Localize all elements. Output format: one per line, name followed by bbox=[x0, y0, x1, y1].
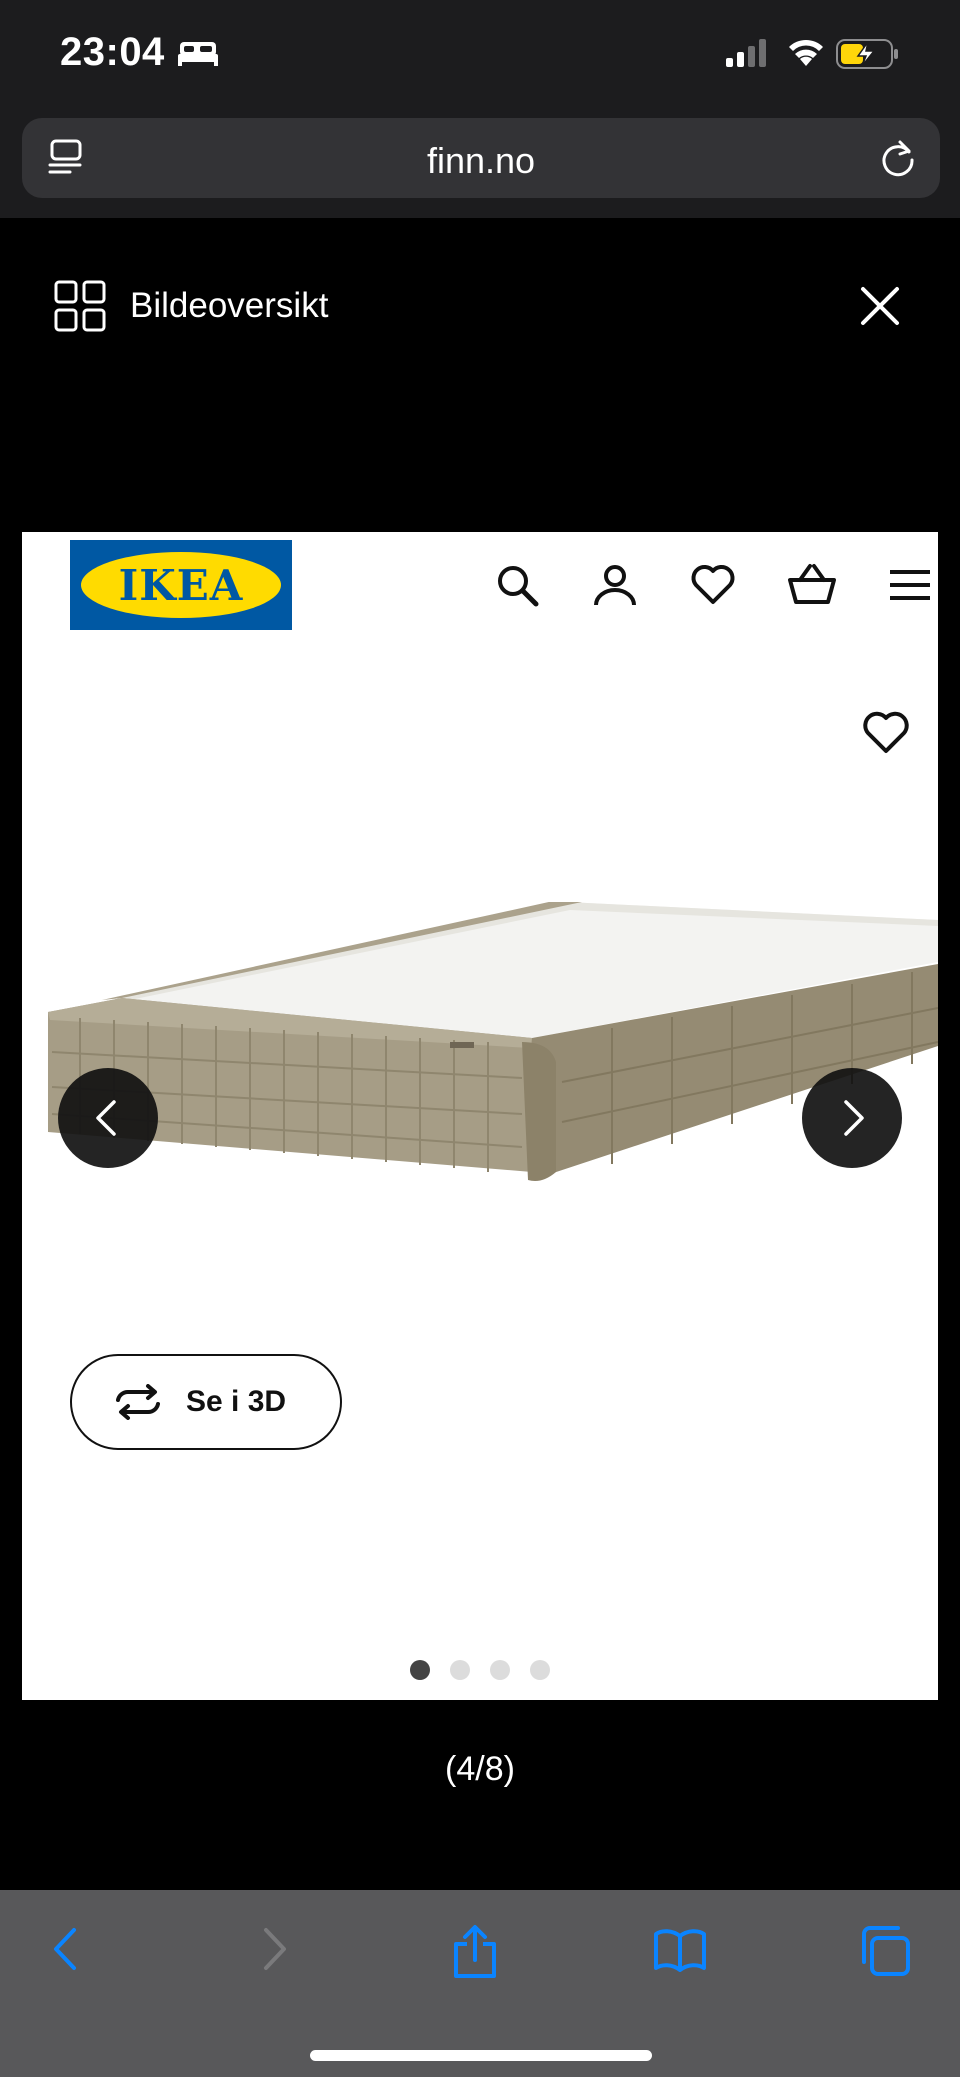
bed-icon bbox=[178, 42, 218, 66]
status-bar: 23:04 bbox=[0, 0, 960, 110]
wifi-icon bbox=[789, 39, 823, 66]
cellular-signal-icon bbox=[726, 39, 766, 67]
next-image-button[interactable] bbox=[802, 1068, 902, 1168]
basket-icon bbox=[788, 564, 836, 604]
ikea-logo-oval: IKEA bbox=[81, 552, 281, 618]
share-icon[interactable] bbox=[450, 1924, 500, 1980]
bed-base-illustration bbox=[48, 902, 938, 1181]
product-image: IKEA Se i 3D bbox=[22, 532, 938, 1700]
url-text[interactable]: finn.no bbox=[22, 140, 940, 182]
profile-icon bbox=[594, 565, 636, 606]
carousel-dot-2 bbox=[450, 1660, 470, 1680]
battery-charging-icon bbox=[836, 39, 898, 69]
ikea-logo: IKEA bbox=[70, 540, 292, 630]
browser-chrome: finn.no bbox=[0, 110, 960, 218]
close-icon[interactable] bbox=[860, 286, 900, 326]
carousel-dots bbox=[22, 1660, 938, 1680]
favorite-heart-icon bbox=[863, 711, 909, 753]
status-time: 23:04 bbox=[60, 30, 165, 74]
carousel-dot-1 bbox=[410, 1660, 430, 1680]
search-icon bbox=[498, 566, 539, 607]
view-in-3d-label: Se i 3D bbox=[186, 1385, 287, 1418]
heart-icon bbox=[691, 565, 735, 604]
carousel-dot-4 bbox=[530, 1660, 550, 1680]
chevron-left-icon bbox=[96, 1100, 116, 1136]
bookmarks-icon[interactable] bbox=[652, 1924, 708, 1974]
home-indicator bbox=[310, 2050, 652, 2061]
ikea-logo-text: IKEA bbox=[118, 560, 244, 610]
previous-image-button[interactable] bbox=[58, 1068, 158, 1168]
forward-icon[interactable] bbox=[254, 1924, 294, 1974]
menu-icon bbox=[890, 570, 930, 600]
url-bar[interactable]: finn.no bbox=[22, 118, 940, 198]
grid-overview-icon[interactable] bbox=[54, 280, 106, 332]
carousel-dot-3 bbox=[490, 1660, 510, 1680]
chevron-right-icon bbox=[844, 1100, 864, 1136]
back-icon[interactable] bbox=[46, 1924, 86, 1974]
overview-label[interactable]: Bildeoversikt bbox=[130, 286, 328, 326]
viewer-header: Bildeoversikt bbox=[0, 218, 960, 398]
view-in-3d-button: Se i 3D bbox=[70, 1354, 342, 1450]
tabs-icon[interactable] bbox=[858, 1924, 912, 1978]
browser-toolbar bbox=[0, 1890, 960, 2077]
reload-icon[interactable] bbox=[878, 138, 918, 178]
rotate-3d-icon bbox=[116, 1384, 160, 1420]
image-counter: (4/8) bbox=[445, 1750, 515, 1788]
